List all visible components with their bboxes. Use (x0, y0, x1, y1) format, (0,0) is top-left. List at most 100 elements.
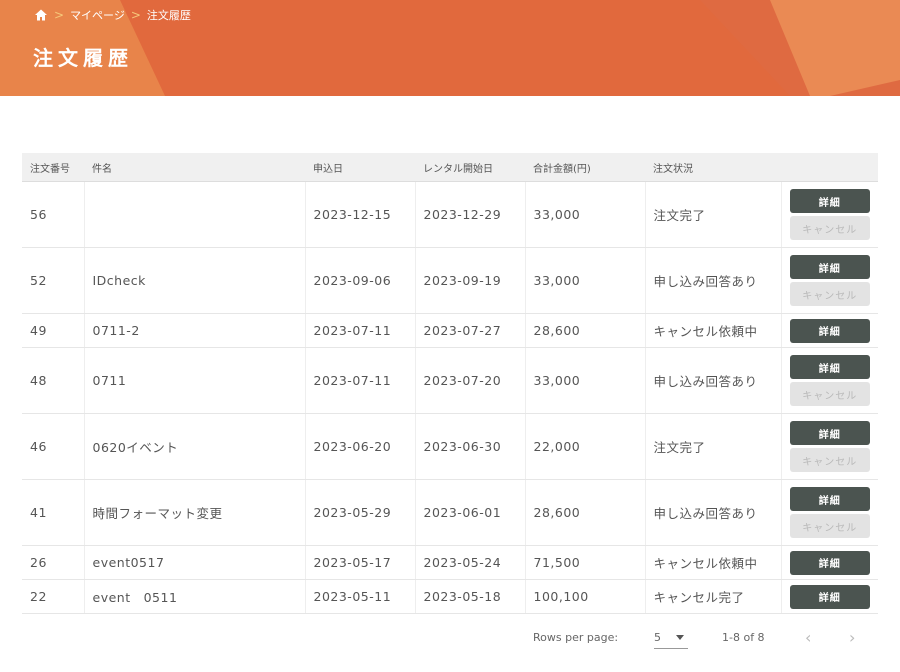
table-row: 52 IDcheck 2023-09-06 2023-09-19 33,000 申し込み回… (22, 247, 878, 314)
order-number-cell: 52 (22, 247, 85, 314)
rental-start-cell: 2023-05-24 (415, 545, 526, 580)
rental-start-cell: 2023-05-18 (415, 579, 526, 614)
actions-cell: 詳細 (781, 579, 878, 614)
actions-cell: 詳細 (781, 313, 878, 348)
chevron-right-icon: > (54, 8, 65, 22)
column-header-total[interactable]: 合計金額(円) (525, 153, 645, 182)
table-row: 46 0620イベント 2023-06-20 2023-06-30 22,000 注文完了… (22, 413, 878, 480)
actions-cell: 詳細 (781, 545, 878, 580)
cancel-button[interactable]: キャンセル (789, 216, 870, 240)
actions-cell: 詳細 キャンセル (781, 181, 878, 248)
column-header-applied-date[interactable]: 申込日 (305, 153, 415, 182)
applied-date-cell: 2023-12-15 (305, 181, 416, 248)
column-header-status[interactable]: 注文状況 (645, 153, 781, 182)
applied-date-cell: 2023-07-11 (305, 347, 416, 414)
detail-button[interactable]: 詳細 (789, 584, 870, 609)
subject-cell: 0711 (84, 347, 306, 414)
column-header-subject[interactable]: 件名 (84, 153, 305, 182)
page-title: 注文履歴 (33, 46, 133, 70)
caret-down-icon (676, 635, 684, 640)
column-header-rental-start[interactable]: レンタル開始日 (415, 153, 525, 182)
subject-cell: 0711-2 (84, 313, 306, 348)
total-cell: 33,000 (525, 181, 646, 248)
pagination-range: 1-8 of 8 (722, 631, 765, 644)
column-header-actions (781, 153, 878, 182)
actions-cell: 詳細 キャンセル (781, 247, 878, 314)
total-cell: 28,600 (525, 313, 646, 348)
subject-cell: event0517 (84, 545, 306, 580)
subject-cell: IDcheck (84, 247, 306, 314)
breadcrumb-mypage[interactable]: マイページ (70, 7, 125, 23)
order-number-cell: 49 (22, 313, 85, 348)
status-cell: キャンセル依頼中 (645, 313, 782, 348)
subject-cell (84, 181, 306, 248)
subject-cell: event 0511 (84, 579, 306, 614)
total-cell: 28,600 (525, 479, 646, 546)
rental-start-cell: 2023-12-29 (415, 181, 526, 248)
applied-date-cell: 2023-05-17 (305, 545, 416, 580)
cancel-button[interactable]: キャンセル (789, 448, 870, 472)
status-cell: 申し込み回答あり (645, 247, 782, 314)
status-cell: 申し込み回答あり (645, 347, 782, 414)
total-cell: 22,000 (525, 413, 646, 480)
rental-start-cell: 2023-09-19 (415, 247, 526, 314)
table-header-row: 注文番号 件名 申込日 レンタル開始日 合計金額(円) 注文状況 (22, 153, 878, 182)
applied-date-cell: 2023-05-29 (305, 479, 416, 546)
cancel-button[interactable]: キャンセル (789, 282, 870, 306)
actions-cell: 詳細 キャンセル (781, 413, 878, 480)
cancel-button[interactable]: キャンセル (789, 382, 870, 406)
cancel-button[interactable]: キャンセル (789, 514, 870, 538)
detail-button[interactable]: 詳細 (789, 421, 870, 445)
order-history-table: 注文番号 件名 申込日 レンタル開始日 合計金額(円) 注文状況 56 2023-… (22, 153, 878, 614)
status-cell: キャンセル完了 (645, 579, 782, 614)
detail-button[interactable]: 詳細 (789, 487, 870, 511)
detail-button[interactable]: 詳細 (789, 318, 870, 343)
breadcrumb-current: 注文履歴 (146, 9, 191, 22)
rental-start-cell: 2023-06-01 (415, 479, 526, 546)
order-number-cell: 26 (22, 545, 85, 580)
total-cell: 33,000 (525, 347, 646, 414)
table-row: 26 event0517 2023-05-17 2023-05-24 71,500 キャン… (22, 545, 878, 580)
rows-per-page-value: 5 (654, 631, 661, 644)
order-number-cell: 22 (22, 579, 85, 614)
detail-button[interactable]: 詳細 (789, 255, 870, 279)
order-number-cell: 48 (22, 347, 85, 414)
table-row: 22 event 0511 2023-05-11 2023-05-18 100,100 キ… (22, 579, 878, 614)
breadcrumb: > マイページ > 注文履歴 (34, 7, 191, 23)
rows-per-page-select[interactable]: 5 (654, 631, 688, 649)
rental-start-cell: 2023-07-27 (415, 313, 526, 348)
order-number-cell: 41 (22, 479, 85, 546)
status-cell: 申し込み回答あり (645, 479, 782, 546)
applied-date-cell: 2023-06-20 (305, 413, 416, 480)
rental-start-cell: 2023-07-20 (415, 347, 526, 414)
home-icon[interactable] (34, 8, 48, 22)
detail-button[interactable]: 詳細 (789, 189, 870, 213)
detail-button[interactable]: 詳細 (789, 355, 870, 379)
column-header-order-number[interactable]: 注文番号 (22, 153, 84, 182)
table-row: 41 時間フォーマット変更 2023-05-29 2023-06-01 28,600 申し… (22, 479, 878, 546)
applied-date-cell: 2023-09-06 (305, 247, 416, 314)
total-cell: 33,000 (525, 247, 646, 314)
table-row: 49 0711-2 2023-07-11 2023-07-27 28,600 キャンセル依… (22, 313, 878, 348)
actions-cell: 詳細 キャンセル (781, 347, 878, 414)
table-row: 48 0711 2023-07-11 2023-07-20 33,000 申し込み回答あり… (22, 347, 878, 414)
order-number-cell: 46 (22, 413, 85, 480)
detail-button[interactable]: 詳細 (789, 550, 870, 575)
rental-start-cell: 2023-06-30 (415, 413, 526, 480)
order-number-cell: 56 (22, 181, 85, 248)
total-cell: 100,100 (525, 579, 646, 614)
total-cell: 71,500 (525, 545, 646, 580)
next-page-button[interactable]: › (849, 628, 855, 647)
applied-date-cell: 2023-05-11 (305, 579, 416, 614)
prev-page-button[interactable]: ‹ (805, 628, 811, 647)
status-cell: キャンセル依頼中 (645, 545, 782, 580)
status-cell: 注文完了 (645, 181, 782, 248)
table-row: 56 2023-12-15 2023-12-29 33,000 注文完了 詳細キャンセル (22, 181, 878, 248)
status-cell: 注文完了 (645, 413, 782, 480)
pagination: Rows per page: 5 1-8 of 8 ‹ › (22, 626, 878, 650)
page-header: > マイページ > 注文履歴 注文履歴 (0, 0, 900, 96)
rows-per-page-label: Rows per page: (533, 631, 619, 644)
applied-date-cell: 2023-07-11 (305, 313, 416, 348)
subject-cell: 時間フォーマット変更 (84, 479, 306, 546)
subject-cell: 0620イベント (84, 413, 306, 480)
